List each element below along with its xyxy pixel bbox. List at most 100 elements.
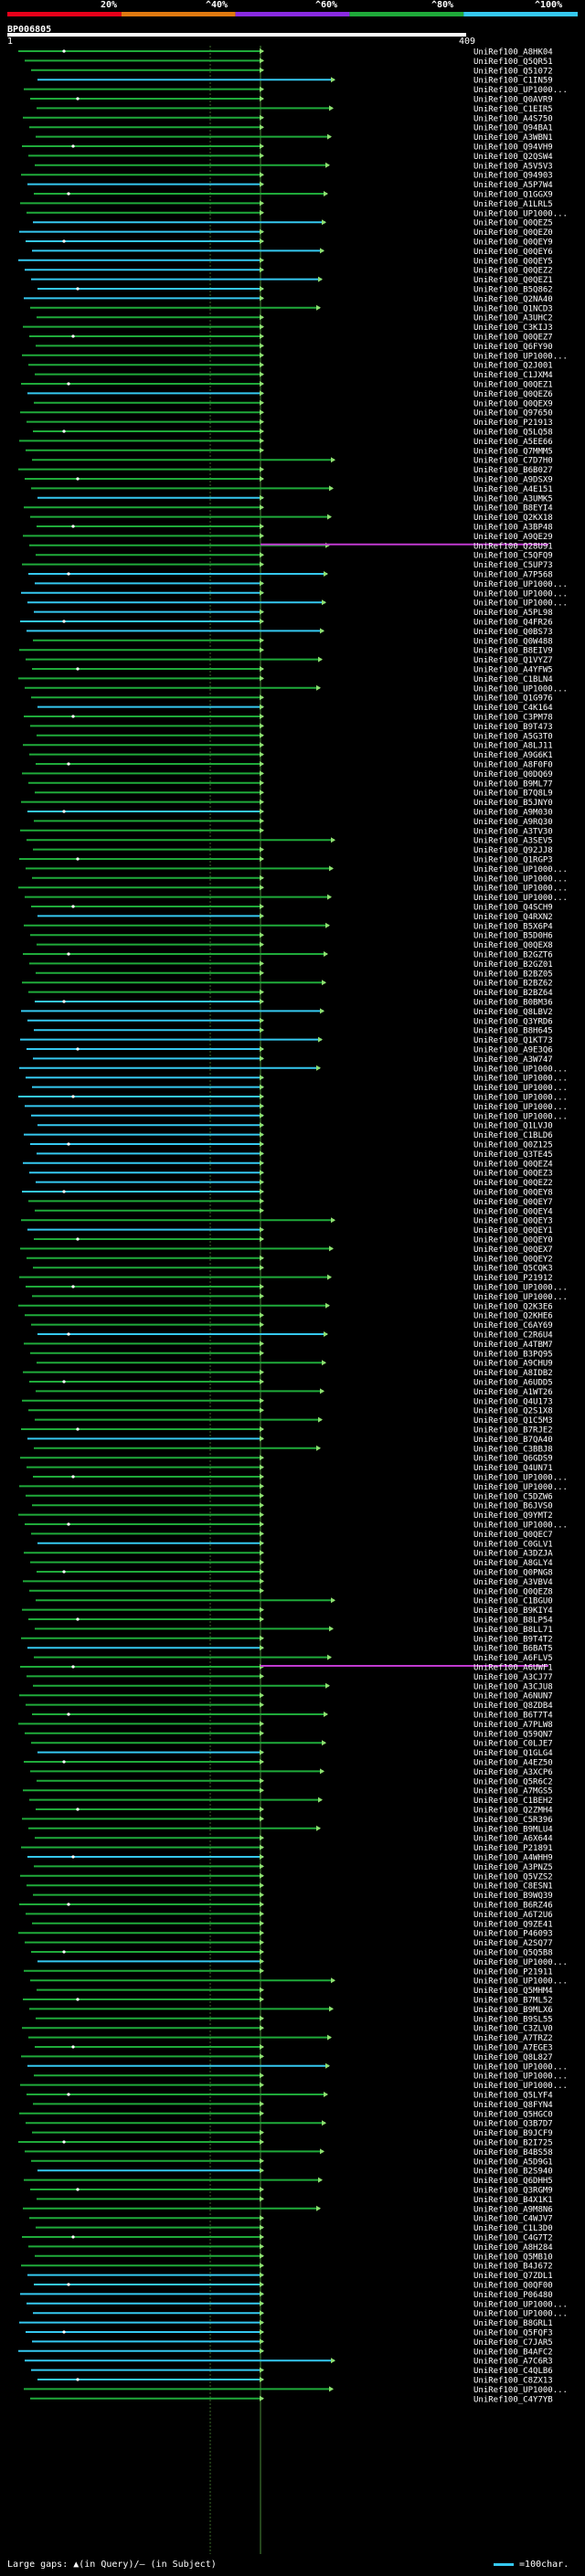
hit-label[interactable]: UniRef100_UP1000... [473, 2082, 568, 2091]
hit-label[interactable]: UniRef100_UP1000... [473, 1521, 568, 1531]
hit-label[interactable]: UniRef100_Q2QSW4 [473, 153, 553, 162]
hit-label[interactable]: UniRef100_Q1VYZ7 [473, 656, 553, 665]
hit-label[interactable]: UniRef100_A5EE66 [473, 438, 553, 447]
hit-label[interactable]: UniRef100_Q3RGM9 [473, 2187, 553, 2196]
hit-label[interactable]: UniRef100_Q5Q5B8 [473, 1949, 553, 1958]
hit-label[interactable]: UniRef100_A6X644 [473, 1835, 553, 1844]
hit-label[interactable]: UniRef100_A6UWF1 [473, 1664, 553, 1673]
hit-label[interactable]: UniRef100_B5JNY0 [473, 799, 553, 808]
hit-label[interactable]: UniRef100_Q0QF00 [473, 2282, 553, 2291]
hit-label[interactable]: UniRef100_Q97650 [473, 409, 553, 419]
hit-label[interactable]: UniRef100_Q1GLG4 [473, 1749, 553, 1758]
hit-label[interactable]: UniRef100_UP1000... [473, 2386, 568, 2395]
hit-label[interactable]: UniRef100_A3CJ77 [473, 1673, 553, 1682]
hit-label[interactable]: UniRef100_B0BM36 [473, 999, 553, 1008]
hit-label[interactable]: UniRef100_A3XCP6 [473, 1768, 553, 1777]
hit-label[interactable]: UniRef100_B6T7T4 [473, 1712, 553, 1721]
hit-label[interactable]: UniRef100_A7PLW8 [473, 1721, 553, 1730]
hit-label[interactable]: UniRef100_UP1000... [473, 209, 568, 218]
hit-label[interactable]: UniRef100_UP1000... [473, 1112, 568, 1121]
hit-label[interactable]: UniRef100_Q5HGC0 [473, 2110, 553, 2119]
hit-label[interactable]: UniRef100_Q3TE45 [473, 1150, 553, 1160]
hit-label[interactable]: UniRef100_C1IN59 [473, 77, 553, 86]
hit-label[interactable]: UniRef100_C5DZW6 [473, 1492, 553, 1501]
hit-label[interactable]: UniRef100_A5PL98 [473, 609, 553, 618]
hit-label[interactable]: UniRef100_Q2ZMH4 [473, 1807, 553, 1816]
hit-label[interactable]: UniRef100_C8ESN1 [473, 1882, 553, 1892]
hit-label[interactable]: UniRef100_P21891 [473, 1844, 553, 1853]
hit-label[interactable]: UniRef100_Q0QEY8 [473, 1189, 553, 1198]
hit-label[interactable]: UniRef100_A9M030 [473, 809, 553, 818]
hit-label[interactable]: UniRef100_Q3B7D7 [473, 2120, 553, 2129]
hit-label[interactable]: UniRef100_B9WQ39 [473, 1892, 553, 1901]
hit-label[interactable]: UniRef100_UP1000... [473, 1977, 568, 1987]
hit-label[interactable]: UniRef100_Q4U173 [473, 1397, 553, 1406]
hit-label[interactable]: UniRef100_Q0QEZ1 [473, 381, 553, 390]
hit-label[interactable]: UniRef100_C0GLV1 [473, 1540, 553, 1549]
hit-label[interactable]: UniRef100_Q0PNG8 [473, 1569, 553, 1578]
hit-label[interactable]: UniRef100_Q94BA1 [473, 124, 553, 133]
hit-label[interactable]: UniRef100_Q8L827 [473, 2053, 553, 2062]
hit-label[interactable]: UniRef100_Q2NA40 [473, 295, 553, 304]
hit-label[interactable]: UniRef100_Q5MHM4 [473, 1987, 553, 1996]
hit-label[interactable]: UniRef100_A5V5V3 [473, 162, 553, 171]
hit-label[interactable]: UniRef100_Q4FR26 [473, 619, 553, 628]
hit-label[interactable]: UniRef100_C4QLB6 [473, 2367, 553, 2376]
hit-label[interactable]: UniRef100_B8EIV9 [473, 647, 553, 656]
hit-label[interactable]: UniRef100_UP1000... [473, 1483, 568, 1492]
hit-label[interactable]: UniRef100_A8F0F0 [473, 761, 553, 770]
hit-label[interactable]: UniRef100_B2BZ62 [473, 980, 553, 989]
hit-label[interactable]: UniRef100_P21911 [473, 1967, 553, 1977]
hit-label[interactable]: UniRef100_B6RZ46 [473, 1902, 553, 1911]
hit-label[interactable]: UniRef100_Q5LYF4 [473, 2092, 553, 2101]
hit-label[interactable]: UniRef100_A9RQ30 [473, 818, 553, 827]
hit-label[interactable]: UniRef100_Q0QEY7 [473, 1198, 553, 1207]
hit-label[interactable]: UniRef100_Q6FY90 [473, 343, 553, 352]
hit-label[interactable]: UniRef100_B7Q8L9 [473, 790, 553, 799]
hit-label[interactable]: UniRef100_A3BP48 [473, 524, 553, 533]
hit-label[interactable]: UniRef100_B7QA40 [473, 1436, 553, 1445]
hit-label[interactable]: UniRef100_UP1000... [473, 1103, 568, 1112]
hit-label[interactable]: UniRef100_A4YFW5 [473, 666, 553, 675]
hit-label[interactable]: UniRef100_B5D0H6 [473, 932, 553, 941]
hit-label[interactable]: UniRef100_UP1000... [473, 1094, 568, 1103]
hit-label[interactable]: UniRef100_Q8FYN4 [473, 2101, 553, 2110]
hit-label[interactable]: UniRef100_B8GRL1 [473, 2319, 553, 2328]
hit-label[interactable]: UniRef100_Q5CQK3 [473, 1265, 553, 1274]
hit-label[interactable]: UniRef100_B4X1K1 [473, 2196, 553, 2205]
hit-label[interactable]: UniRef100_Q5MB10 [473, 2253, 553, 2262]
hit-label[interactable]: UniRef100_C2R6U4 [473, 1331, 553, 1341]
hit-label[interactable]: UniRef100_C1BGU0 [473, 1597, 553, 1606]
hit-label[interactable]: UniRef100_Q0QEX7 [473, 1246, 553, 1255]
hit-label[interactable]: UniRef100_B4BS58 [473, 2148, 553, 2157]
hit-label[interactable]: UniRef100_UP1000... [473, 2072, 568, 2082]
hit-label[interactable]: UniRef100_Q0DQ69 [473, 770, 553, 779]
hit-label[interactable]: UniRef100_Q2KHE6 [473, 1312, 553, 1321]
hit-label[interactable]: UniRef100_B6JVS0 [473, 1502, 553, 1511]
hit-label[interactable]: UniRef100_C5QFQ9 [473, 552, 553, 561]
hit-label[interactable]: UniRef100_UP1000... [473, 1284, 568, 1293]
hit-label[interactable]: UniRef100_A8IDB2 [473, 1369, 553, 1378]
hit-label[interactable]: UniRef100_B9SL55 [473, 2015, 553, 2024]
hit-label[interactable]: UniRef100_P21913 [473, 419, 553, 428]
hit-label[interactable]: UniRef100_A3W747 [473, 1055, 553, 1065]
hit-label[interactable]: UniRef100_Q0QEX9 [473, 399, 553, 408]
hit-label[interactable]: UniRef100_Q0QEZ1 [473, 276, 553, 285]
hit-label[interactable]: UniRef100_A9DSX9 [473, 476, 553, 485]
hit-label[interactable]: UniRef100_Q2K3E6 [473, 1302, 553, 1311]
hit-label[interactable]: UniRef100_Q92JJ8 [473, 846, 553, 855]
hit-label[interactable]: UniRef100_C7JAR5 [473, 2338, 553, 2348]
hit-label[interactable]: UniRef100_A5P7W4 [473, 181, 553, 190]
hit-label[interactable]: UniRef100_C1BLD6 [473, 1131, 553, 1140]
hit-label[interactable]: UniRef100_A2SQ77 [473, 1939, 553, 1948]
hit-label[interactable]: UniRef100_C4K164 [473, 704, 553, 713]
hit-label[interactable]: UniRef100_UP1000... [473, 885, 568, 894]
hit-label[interactable]: UniRef100_UP1000... [473, 2310, 568, 2319]
hit-label[interactable]: UniRef100_UP1000... [473, 875, 568, 884]
hit-label[interactable]: UniRef100_B5X6P4 [473, 922, 553, 931]
hit-label[interactable]: UniRef100_B4J672 [473, 2263, 553, 2272]
hit-label[interactable]: UniRef100_Q0QEZ4 [473, 1160, 553, 1169]
hit-label[interactable]: UniRef100_Q0QEY1 [473, 1226, 553, 1235]
hit-label[interactable]: UniRef100_Q0QEY6 [473, 248, 553, 257]
hit-label[interactable]: UniRef100_Q0QEY9 [473, 239, 553, 248]
